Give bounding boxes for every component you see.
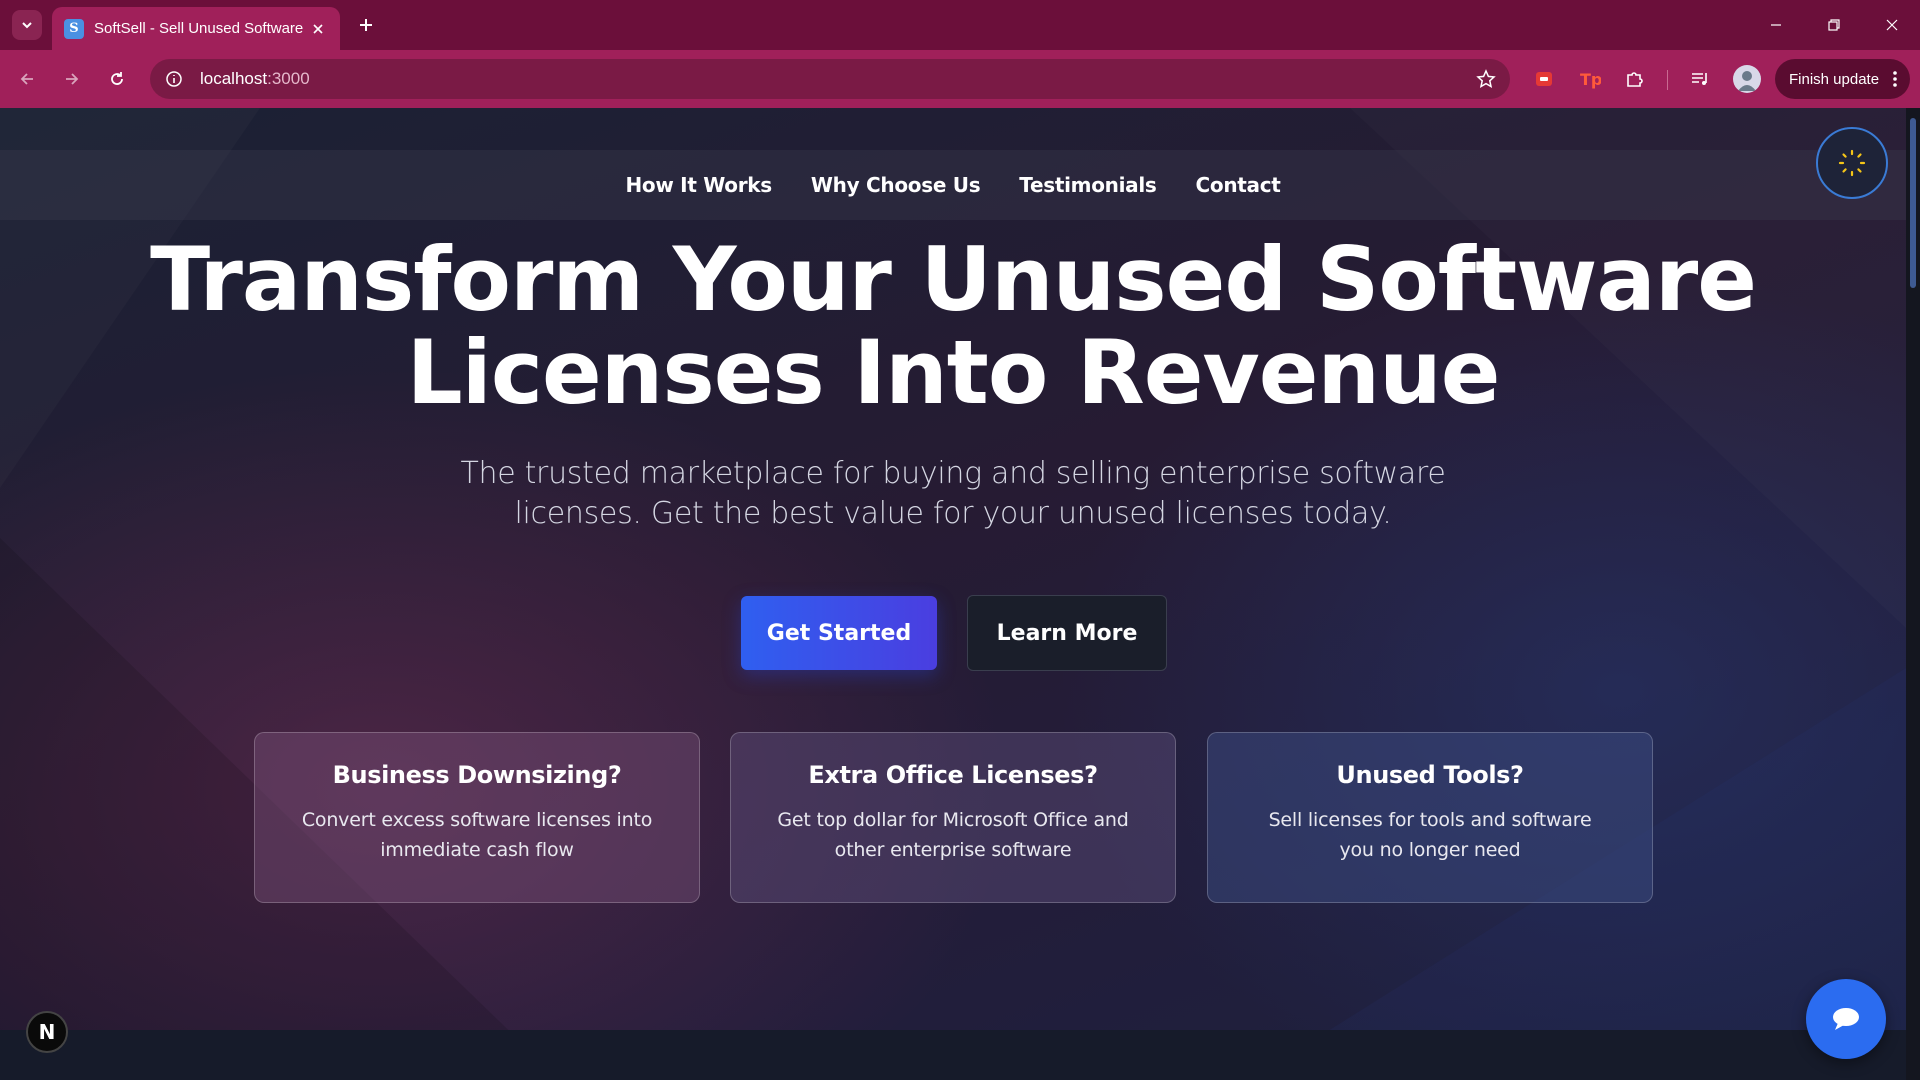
screen-recorder-icon: [1536, 72, 1552, 86]
page-viewport: How It Works Why Choose Us Testimonials …: [0, 108, 1906, 1080]
browser-tab-active[interactable]: S SoftSell - Sell Unused Software: [52, 7, 340, 50]
puzzle-icon: [1627, 72, 1643, 87]
page-scrollbar[interactable]: [1906, 108, 1920, 1080]
nextjs-dev-badge[interactable]: N: [26, 1011, 68, 1053]
chevron-down-icon: [22, 22, 32, 29]
plus-icon: [360, 19, 372, 31]
url-text: localhost:3000: [200, 69, 310, 89]
forward-button[interactable]: [55, 62, 89, 96]
nav-link-testimonials[interactable]: Testimonials: [1019, 173, 1157, 197]
back-icon: [20, 73, 33, 85]
tab-search-button[interactable]: [12, 10, 42, 40]
nav-link-why-choose-us[interactable]: Why Choose Us: [811, 173, 981, 197]
tp-extension-icon: Tp: [1580, 70, 1601, 89]
site-navigation: How It Works Why Choose Us Testimonials …: [0, 150, 1906, 220]
extension-tp-button[interactable]: Tp: [1576, 65, 1604, 93]
tab-title: SoftSell - Sell Unused Software: [94, 20, 304, 37]
restore-button[interactable]: [1806, 0, 1862, 50]
site-info-button[interactable]: [154, 59, 194, 99]
profile-avatar[interactable]: [1733, 65, 1761, 93]
browser-tabstrip: S SoftSell - Sell Unused Software: [0, 0, 1920, 50]
chat-widget-button[interactable]: [1806, 979, 1886, 1059]
nav-link-how-it-works[interactable]: How It Works: [625, 173, 772, 197]
extensions-button[interactable]: [1621, 65, 1649, 93]
scrollbar-thumb[interactable]: [1910, 118, 1916, 288]
reload-button[interactable]: [100, 62, 134, 96]
url-port: :3000: [267, 69, 310, 88]
hero-title-line-1: Transform Your Unused Software: [150, 228, 1757, 331]
hero-subtitle: The trusted marketplace for buying and s…: [453, 454, 1453, 534]
theme-toggle-button[interactable]: [1816, 127, 1888, 199]
media-icon: [1692, 73, 1707, 85]
hero-subtitle-line-2: licenses. Get the best value for your un…: [514, 496, 1392, 531]
favicon-icon: S: [64, 18, 84, 39]
restore-icon: [1828, 19, 1840, 31]
card-text: Sell licenses for tools and software you…: [1268, 809, 1592, 861]
hero-title: Transform Your Unused Software Licenses …: [0, 233, 1906, 419]
svg-text:Tp: Tp: [1580, 70, 1601, 89]
new-tab-button[interactable]: [352, 11, 380, 39]
minimize-icon: [1771, 24, 1781, 26]
close-window-button[interactable]: [1864, 0, 1920, 50]
finish-update-button[interactable]: Finish update: [1775, 59, 1910, 99]
feature-card-unused-tools: Unused Tools? Sell licenses for tools an…: [1207, 732, 1653, 903]
learn-more-button[interactable]: Learn More: [967, 595, 1167, 671]
minimize-button[interactable]: [1748, 0, 1804, 50]
avatar-icon: [1738, 71, 1756, 91]
forward-icon: [66, 73, 79, 85]
info-icon: [166, 71, 182, 87]
bookmark-button[interactable]: [1474, 67, 1498, 91]
card-title: Unused Tools?: [1336, 761, 1524, 789]
feature-card-extra-office-licenses: Extra Office Licenses? Get top dollar fo…: [730, 732, 1176, 903]
nav-link-contact[interactable]: Contact: [1196, 173, 1281, 197]
close-icon: [313, 23, 323, 34]
hero-title-line-2: Licenses Into Revenue: [406, 321, 1501, 424]
browser-toolbar: localhost:3000 Tp Finish update: [0, 50, 1920, 108]
toolbar-divider: [1667, 70, 1668, 90]
url-host: localhost: [200, 69, 268, 88]
star-icon: [1476, 69, 1496, 88]
card-text: Convert excess software licenses into im…: [301, 809, 653, 861]
kebab-icon: [1893, 71, 1897, 87]
get-started-button[interactable]: Get Started: [741, 596, 937, 670]
media-controls-button[interactable]: [1686, 65, 1714, 93]
hero-subtitle-line-1: The trusted marketplace for buying and s…: [460, 456, 1446, 491]
address-bar[interactable]: localhost:3000: [150, 59, 1510, 99]
back-button[interactable]: [10, 62, 44, 96]
card-text: Get top dollar for Microsoft Office and …: [777, 809, 1129, 861]
chat-bubble-icon: [1833, 1008, 1859, 1030]
tab-close-button[interactable]: [308, 19, 328, 39]
card-title: Extra Office Licenses?: [808, 761, 1098, 789]
card-title: Business Downsizing?: [332, 761, 622, 789]
finish-update-label: Finish update: [1789, 70, 1880, 88]
close-icon: [1886, 19, 1898, 31]
next-section-edge: [0, 1030, 1906, 1080]
extension-red-button[interactable]: [1530, 65, 1558, 93]
sun-icon: [1838, 149, 1866, 177]
reload-icon: [111, 72, 123, 85]
feature-card-business-downsizing: Business Downsizing? Convert excess soft…: [254, 732, 700, 903]
